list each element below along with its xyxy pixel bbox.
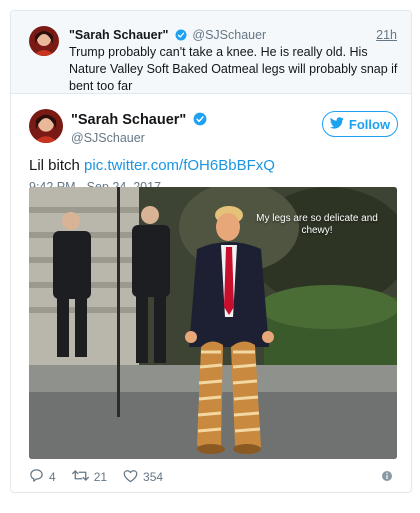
tweet-text: Lil bitch pic.twitter.com/fOH6BbBFxQ	[29, 157, 275, 175]
author-name[interactable]: "Sarah Schauer"	[69, 28, 168, 42]
twitter-bird-icon	[329, 116, 344, 132]
tweet-time-link[interactable]: 21h	[376, 27, 397, 43]
author-name-text[interactable]: "Sarah Schauer"	[71, 112, 186, 128]
quoted-tweet-text: Trump probably can't take a knee. He is …	[69, 45, 398, 93]
follow-button[interactable]: Follow	[322, 111, 398, 137]
tweet-actions: 4 21 354	[29, 467, 179, 487]
verified-badge-icon	[193, 112, 207, 131]
reply-icon	[29, 468, 44, 486]
like-icon	[123, 469, 138, 486]
author-name[interactable]: "Sarah Schauer"	[71, 111, 207, 131]
quoted-tweet-header: "Sarah Schauer" @SJSchauer 21h	[69, 27, 399, 43]
reply-button[interactable]: 4	[29, 468, 56, 486]
reply-count: 4	[49, 470, 56, 484]
retweet-count: 21	[93, 470, 108, 484]
pic-link[interactable]: pic.twitter.com/fOH6BbBFxQ	[84, 157, 275, 174]
avatar[interactable]	[29, 26, 59, 56]
like-button[interactable]: 354	[123, 469, 163, 486]
retweet-icon	[71, 469, 89, 485]
author-handle[interactable]: @SJSchauer	[71, 130, 145, 146]
media-caption: My legs are so delicate and chewy!	[256, 213, 378, 236]
tweet-media-image[interactable]: My legs are so delicate and chewy!	[29, 187, 397, 459]
info-icon[interactable]	[381, 469, 393, 487]
like-count: 354	[143, 470, 164, 484]
avatar[interactable]	[29, 109, 63, 143]
quoted-tweet[interactable]: "Sarah Schauer" @SJSchauer 21h Trump pro…	[11, 11, 411, 94]
retweet-button[interactable]: 21	[71, 469, 108, 485]
tweet-embed-card: "Sarah Schauer" @SJSchauer 21h Trump pro…	[10, 10, 412, 493]
author-handle[interactable]: @SJSchauer	[192, 28, 266, 42]
follow-label: Follow	[348, 116, 391, 132]
verified-badge-icon	[175, 29, 187, 45]
tweet-body: Lil bitch	[29, 157, 80, 174]
